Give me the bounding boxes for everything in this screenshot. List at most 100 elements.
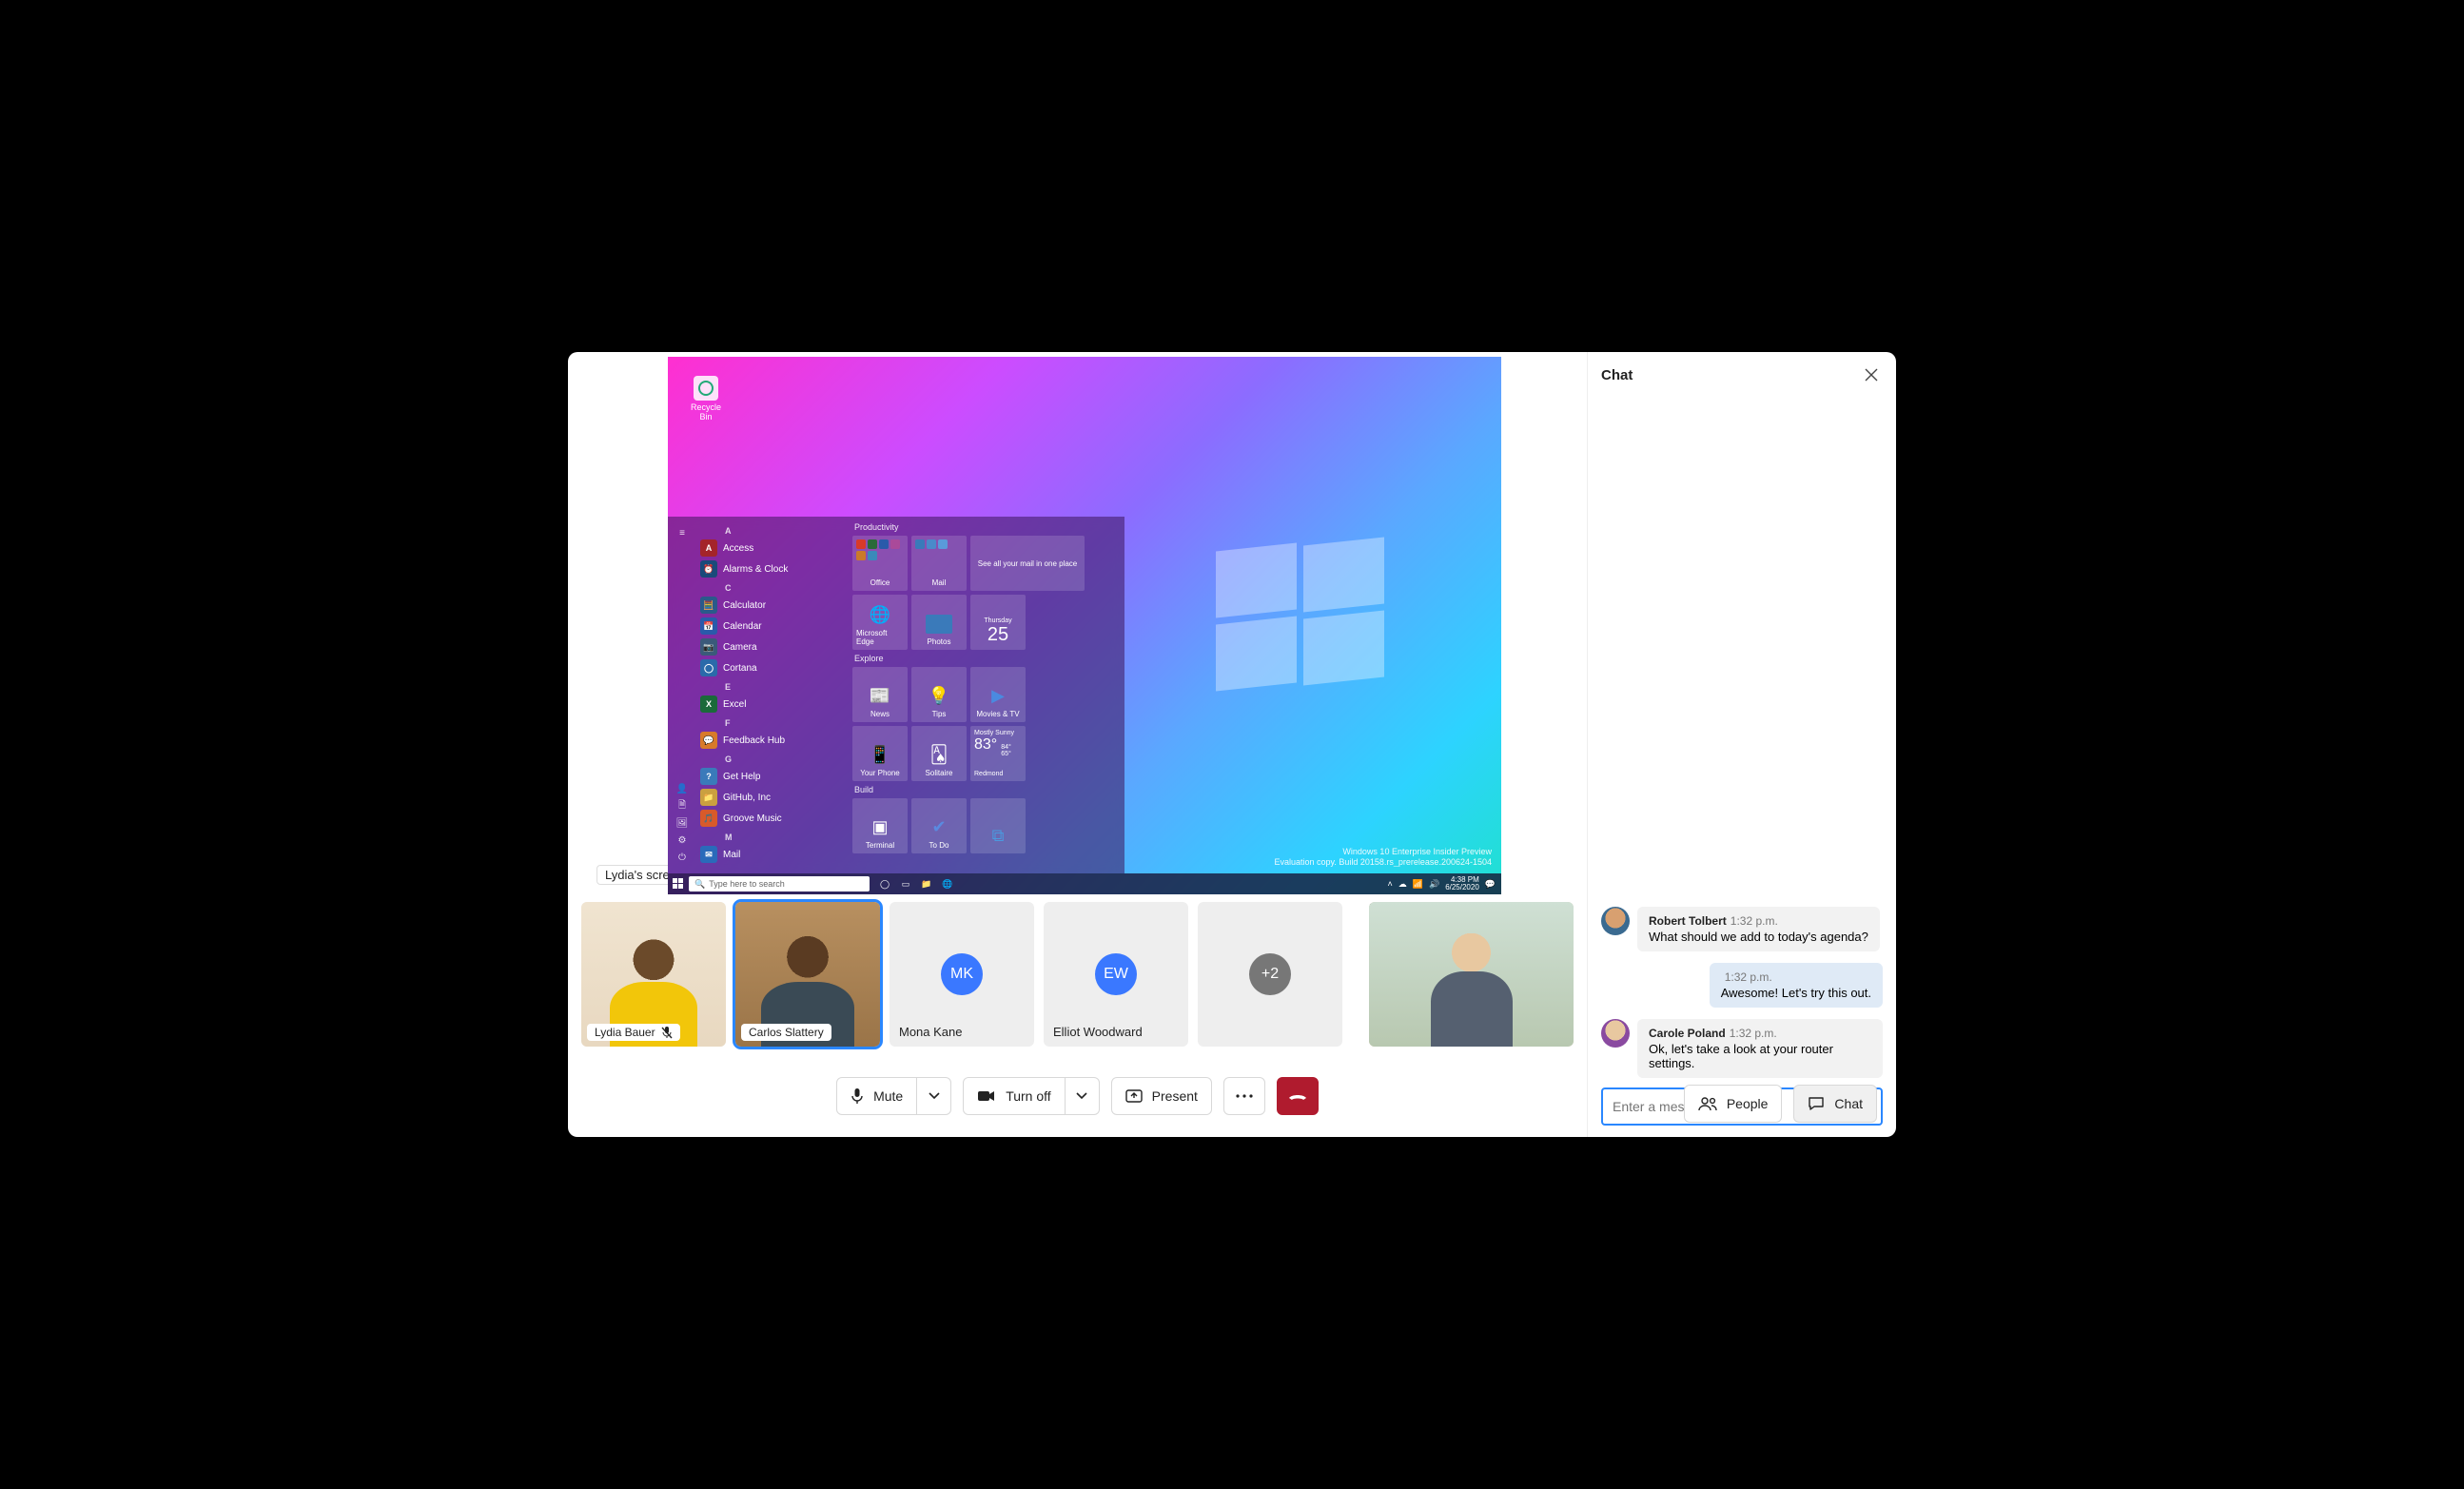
windows-logo-icon (1216, 547, 1387, 690)
tiles-section-title: Build (854, 785, 1121, 794)
close-chat-button[interactable] (1860, 363, 1883, 386)
present-label: Present (1152, 1088, 1198, 1104)
people-button[interactable]: People (1684, 1085, 1783, 1123)
start-app-calculator[interactable]: 🧮Calculator (700, 595, 845, 616)
tile-terminal[interactable]: ▣Terminal (852, 798, 908, 853)
start-app-groove[interactable]: 🎵Groove Music (700, 808, 845, 829)
search-icon: 🔍 (694, 879, 705, 890)
tile-office[interactable]: Office (852, 536, 908, 591)
self-video (1369, 902, 1574, 1047)
start-app-excel[interactable]: XExcel (700, 694, 845, 715)
tile-solitaire[interactable]: 🂡Solitaire (911, 726, 967, 781)
edge-icon[interactable]: 🌐 (940, 876, 955, 891)
start-app-alarms[interactable]: ⏰Alarms & Clock (700, 558, 845, 579)
participant-overflow-tile[interactable]: +2 (1198, 902, 1342, 1047)
hamburger-icon[interactable]: ≡ (674, 524, 691, 541)
taskbar-search[interactable]: 🔍 Type here to search (689, 876, 870, 891)
start-button[interactable] (668, 873, 689, 894)
tile-mail[interactable]: Mail (911, 536, 967, 591)
pictures-icon[interactable]: 🖼 (674, 814, 691, 832)
mic-muted-icon (661, 1026, 673, 1039)
tile-your-phone[interactable]: 📱Your Phone (852, 726, 908, 781)
start-rail: ≡ 👤 🗎 🖼 ⚙ ⏻ (668, 517, 696, 873)
tray-volume-icon[interactable]: 🔊 (1429, 879, 1439, 890)
message-time: 1:32 p.m. (1725, 970, 1772, 984)
hang-up-button[interactable] (1277, 1077, 1319, 1115)
main-column: Lydia's screen Recycle Bin Windows 10 En… (568, 352, 1587, 1137)
tray-network-icon[interactable]: 📶 (1413, 879, 1423, 890)
mute-options-button[interactable] (917, 1077, 951, 1115)
shared-screen[interactable]: Recycle Bin Windows 10 Enterprise Inside… (668, 357, 1501, 894)
participant-tile[interactable]: Carlos Slattery (735, 902, 880, 1047)
start-menu[interactable]: ≡ 👤 🗎 🖼 ⚙ ⏻ A AAccess ⏰Alarms & Clock C … (668, 517, 1124, 873)
tile-mail-promo[interactable]: See all your mail in one place (970, 536, 1085, 591)
start-app-cortana[interactable]: ◯Cortana (700, 657, 845, 678)
participant-tile[interactable]: Lydia Bauer (581, 902, 726, 1047)
start-app-access[interactable]: AAccess (700, 538, 845, 558)
start-app-gethelp[interactable]: ?Get Help (700, 766, 845, 787)
explorer-icon[interactable]: 📁 (919, 876, 934, 891)
tile-todo[interactable]: ✔To Do (911, 798, 967, 853)
letter-header: F (725, 718, 845, 728)
tiles-section-title: Explore (854, 654, 1121, 663)
overflow-count: +2 (1249, 953, 1291, 995)
documents-icon[interactable]: 🗎 (674, 797, 691, 814)
chat-messages[interactable]: Robert Tolbert 1:32 p.m. What should we a… (1601, 394, 1883, 1087)
letter-header: C (725, 583, 845, 593)
start-app-calendar[interactable]: 📅Calendar (700, 616, 845, 637)
participant-tile[interactable]: MK Mona Kane (890, 902, 1034, 1047)
message-text: Ok, let's take a look at your router set… (1649, 1042, 1871, 1070)
taskbar-tray: ˄ ☁ 📶 🔊 4:38 PM 6/25/2020 💬 (1387, 876, 1501, 891)
tile-photos[interactable]: Photos (911, 595, 967, 650)
recycle-bin[interactable]: Recycle Bin (687, 376, 725, 421)
screen-share-area: Lydia's screen Recycle Bin Windows 10 En… (568, 352, 1587, 899)
tile-movies[interactable]: ▶Movies & TV (970, 667, 1026, 722)
participant-tile[interactable]: EW Elliot Woodward (1044, 902, 1188, 1047)
tile-weather[interactable]: Mostly Sunny 83°84° 65° Redmond (970, 726, 1026, 781)
recycle-bin-label: Recycle Bin (687, 402, 725, 421)
chevron-down-icon (929, 1092, 940, 1100)
start-app-list[interactable]: A AAccess ⏰Alarms & Clock C 🧮Calculator … (696, 517, 849, 873)
tile-edge[interactable]: 🌐Microsoft Edge (852, 595, 908, 650)
participant-name: Elliot Woodward (1053, 1025, 1143, 1039)
call-controls: Mute Turn off Present (568, 1063, 1587, 1129)
message-text: What should we add to today's agenda? (1649, 930, 1868, 944)
message-time: 1:32 p.m. (1730, 1027, 1777, 1040)
hang-up-icon (1287, 1091, 1308, 1101)
start-app-camera[interactable]: 📷Camera (700, 637, 845, 657)
chat-panel: Chat Robert Tolbert 1:32 p.m. What should… (1587, 352, 1896, 1137)
people-label: People (1727, 1096, 1769, 1111)
message-author: Robert Tolbert (1649, 914, 1727, 928)
chat-button[interactable]: Chat (1793, 1085, 1877, 1123)
present-button[interactable]: Present (1111, 1077, 1212, 1115)
task-view-icon[interactable]: ▭ (898, 876, 913, 891)
tile-calendar[interactable]: Thursday25 (970, 595, 1026, 650)
camera-label: Turn off (1006, 1088, 1050, 1104)
cortana-icon[interactable]: ◯ (877, 876, 892, 891)
more-actions-button[interactable] (1223, 1077, 1265, 1115)
tray-chevron-icon[interactable]: ˄ (1387, 879, 1392, 889)
action-center-icon[interactable]: 💬 (1485, 879, 1496, 890)
evaluation-watermark: Windows 10 Enterprise Insider Preview Ev… (1275, 847, 1493, 868)
taskbar[interactable]: 🔍 Type here to search ◯ ▭ 📁 🌐 ˄ ☁ 📶 🔊 (668, 873, 1501, 894)
mute-button[interactable]: Mute (836, 1077, 917, 1115)
camera-options-button[interactable] (1066, 1077, 1100, 1115)
tile-tips[interactable]: 💡Tips (911, 667, 967, 722)
avatar (1601, 907, 1630, 935)
more-icon (1236, 1094, 1253, 1098)
microphone-icon (851, 1087, 864, 1105)
self-video-tile[interactable]: You (1369, 902, 1574, 1047)
start-app-mail[interactable]: ✉Mail (700, 844, 845, 865)
share-screen-icon (1125, 1089, 1143, 1103)
user-icon[interactable]: 👤 (674, 780, 691, 797)
tile-vscode[interactable]: ⧉ (970, 798, 1026, 853)
power-icon[interactable]: ⏻ (674, 849, 691, 866)
start-app-feedback[interactable]: 💬Feedback Hub (700, 730, 845, 751)
taskbar-clock[interactable]: 4:38 PM 6/25/2020 (1445, 876, 1479, 891)
tray-onedrive-icon[interactable]: ☁ (1398, 879, 1407, 890)
tile-news[interactable]: 📰News (852, 667, 908, 722)
chat-title: Chat (1601, 367, 1633, 383)
camera-button[interactable]: Turn off (963, 1077, 1065, 1115)
settings-icon[interactable]: ⚙ (674, 832, 691, 849)
start-app-github[interactable]: 📁GitHub, Inc (700, 787, 845, 808)
